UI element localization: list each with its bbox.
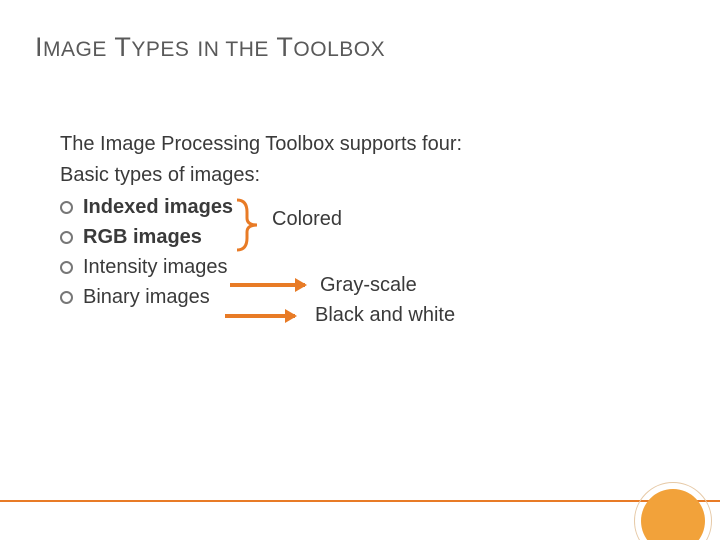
- bullet-rgb: RGB images: [60, 222, 660, 252]
- bullet-icon: [60, 291, 73, 304]
- intro-line-2: Basic types of images:: [60, 161, 660, 190]
- bullet-indexed: Indexed images: [60, 192, 660, 222]
- bottom-rule: [0, 500, 720, 502]
- label-grayscale: Gray-scale: [320, 274, 417, 297]
- bullet-text: RGB images: [83, 223, 202, 252]
- intro-line-1: The Image Processing Toolbox supports fo…: [60, 130, 660, 159]
- slide-title: IMAGE TYPES IN THE TOOLBOX: [35, 32, 385, 63]
- slide: IMAGE TYPES IN THE TOOLBOX The Image Pro…: [0, 0, 720, 540]
- bullet-icon: [60, 261, 73, 274]
- arrow-icon: [225, 314, 295, 318]
- bullet-text: Indexed images: [83, 193, 233, 222]
- bullet-icon: [60, 201, 73, 214]
- brace-icon: [235, 198, 261, 252]
- corner-circle-decoration: [634, 482, 712, 540]
- bullet-icon: [60, 231, 73, 244]
- bullet-text: Binary images: [83, 283, 210, 312]
- label-black-white: Black and white: [315, 304, 455, 327]
- bullet-text: Intensity images: [83, 253, 228, 282]
- label-colored: Colored: [272, 208, 342, 231]
- arrow-icon: [230, 283, 305, 287]
